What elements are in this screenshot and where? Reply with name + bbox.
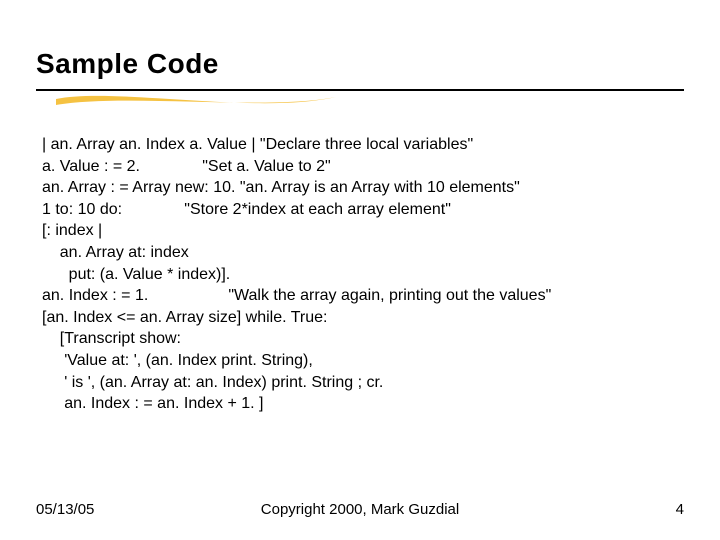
footer-date: 05/13/05 xyxy=(36,501,94,518)
footer-copyright: Copyright 2000, Mark Guzdial xyxy=(261,501,459,518)
footer: 05/13/05 Copyright 2000, Mark Guzdial 4 xyxy=(36,501,684,518)
slide: Sample Code | an. Array an. Index a. Val… xyxy=(0,0,720,540)
title-underline xyxy=(36,86,684,112)
slide-title: Sample Code xyxy=(36,48,684,80)
yellow-swoosh-icon xyxy=(56,91,336,111)
footer-page-number: 4 xyxy=(676,501,684,518)
code-block: | an. Array an. Index a. Value | "Declar… xyxy=(42,134,684,415)
